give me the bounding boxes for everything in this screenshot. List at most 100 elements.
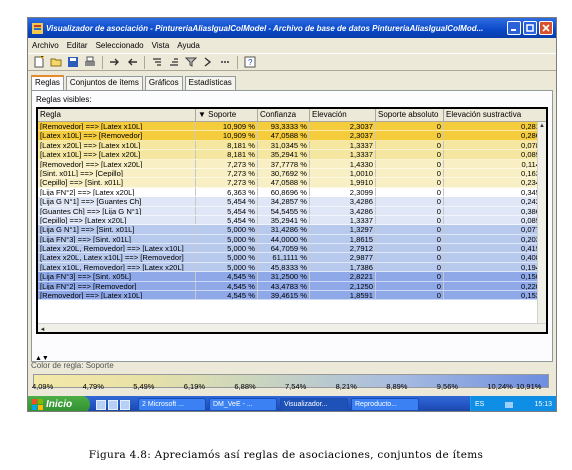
menu-archivo[interactable]: Archivo [32, 41, 59, 50]
lift-cell: 1,3297 [310, 225, 376, 234]
support-cell: 5,000 % [196, 262, 258, 272]
tab-reglas[interactable]: Reglas [31, 75, 64, 90]
absolute-support-cell: 0 [376, 262, 444, 272]
gradient-tick-label: 8,21% [335, 382, 357, 391]
svg-text:?: ? [248, 58, 253, 67]
task-reproductor[interactable]: Reproducto... [351, 398, 419, 411]
column-header-regla[interactable]: Regla [38, 109, 196, 121]
scroll-left-icon[interactable]: ◄ [38, 326, 47, 332]
confidence-cell: 30,7692 % [258, 168, 310, 178]
maximize-button[interactable] [523, 21, 537, 35]
scroll-up-icon[interactable]: ▲ [538, 122, 546, 131]
column-header-soporte[interactable]: ▼ Soporte [196, 109, 258, 121]
open-button[interactable] [49, 55, 63, 69]
table-row[interactable]: [Cepillo] ==> [Latex x20L] 5,454 % 35,2941… [38, 215, 546, 226]
task-microsoft[interactable]: 2 Microsoft ... [138, 398, 206, 411]
table-row[interactable]: [Lija G N°1] ==> [Guantes Ch] 5,454 % 34,2… [38, 197, 546, 207]
support-cell: 4,545 % [196, 281, 258, 291]
more-button[interactable] [218, 55, 232, 69]
support-cell: 6,363 % [196, 187, 258, 197]
minimize-button[interactable] [507, 21, 521, 35]
table-row[interactable]: [Guantes Ch] ==> [Lija G N°1] 5,454 % 54,5… [38, 206, 546, 216]
support-cell: 5,454 % [196, 197, 258, 206]
media-icon[interactable] [120, 399, 130, 410]
help-button[interactable]: ? [243, 55, 257, 69]
table-row[interactable]: [Removedor] ==> [Latex x20L] 7,273 % 37,77… [38, 159, 546, 169]
close-button[interactable] [539, 21, 553, 35]
network-icon[interactable] [504, 401, 514, 409]
table-row[interactable]: [Lija FN°2] ==> [Latex x20L] 6,363 % 60,86… [38, 187, 546, 198]
support-cell: 7,273 % [196, 168, 258, 178]
language-indicator[interactable]: ES [475, 401, 484, 408]
tab-graficos[interactable]: Gráficos [144, 76, 183, 90]
filter-button[interactable] [184, 55, 198, 69]
gradient-tick-label: 10,91% [516, 382, 542, 391]
task-visualizador[interactable]: Visualizador... [280, 398, 348, 411]
start-button[interactable]: Inicio [28, 396, 90, 411]
clock[interactable]: 15:13 [534, 401, 552, 408]
table-row[interactable]: [Lija FN°3] ==> [Sint. x01L] 5,000 % 44,00… [38, 234, 546, 245]
table-row[interactable]: [Latex x10L] ==> [Latex x20L] 8,181 % 35,2… [38, 150, 546, 160]
column-header-soporte-absoluto[interactable]: Soporte absoluto [376, 109, 444, 121]
absolute-support-cell: 0 [376, 281, 444, 291]
table-row[interactable]: [Lija FN°3] ==> [Sint. x05L] 4,545 % 31,25… [38, 272, 546, 282]
gradient-tick-label: 7,54% [285, 382, 307, 391]
lift-cell: 2,9877 [310, 253, 376, 262]
table-row[interactable]: [Removedor] ==> [Latex x10L] 10,909 % 93,3… [38, 122, 546, 132]
horizontal-scrollbar[interactable]: ◄ [38, 323, 546, 332]
forward-button[interactable] [108, 55, 122, 69]
task-dm[interactable]: DM_VeE - ... [209, 398, 277, 411]
print-button[interactable] [83, 55, 97, 69]
absolute-support-cell: 0 [376, 197, 444, 206]
menu-vista[interactable]: Vista [152, 41, 170, 50]
confidence-cell: 31,2500 % [258, 272, 310, 281]
desktop-icon[interactable] [96, 399, 106, 410]
browser-icon[interactable] [108, 399, 118, 410]
window-title: Visualizador de asociación - PintureriaA… [46, 23, 484, 33]
table-row[interactable]: [Sint. x01L] ==> [Cepillo] 7,273 % 30,7692… [38, 168, 546, 179]
expand-button[interactable] [201, 55, 215, 69]
lift-cell: 2,8221 [310, 272, 376, 281]
table-row[interactable]: [Removedor] ==> [Latex x10L] 4,545 % 39,46… [38, 291, 546, 301]
rule-cell: [Latex x20L, Removedor] ==> [Latex x10L] [38, 244, 196, 253]
arrow-right-icon [110, 58, 119, 66]
windows-logo-icon [32, 399, 43, 410]
column-header-confianza[interactable]: Confianza [258, 109, 310, 121]
table-row[interactable]: [Latex x10L] ==> [Removedor] 10,909 % 47,0… [38, 131, 546, 141]
sort-desc-button[interactable] [167, 55, 181, 69]
save-button[interactable] [66, 55, 80, 69]
back-button[interactable] [125, 55, 139, 69]
table-row[interactable]: [Latex x20L, Removedor] ==> [Latex x10L]… [38, 244, 546, 254]
table-row[interactable]: [Lija FN°2] ==> [Removedor] 4,545 % 43,478… [38, 281, 546, 292]
absolute-support-cell: 0 [376, 140, 444, 150]
vertical-scrollbar[interactable]: ▲ [537, 122, 546, 327]
lift-cell: 3,4286 [310, 206, 376, 215]
menu-editar[interactable]: Editar [67, 41, 88, 50]
table-row[interactable]: [Latex x10L, Removedor] ==> [Latex x20L]… [38, 262, 546, 273]
system-tray: ES 15:13 [470, 396, 556, 411]
new-button[interactable] [32, 55, 46, 69]
close-icon [542, 24, 550, 32]
lift-cell: 1,9910 [310, 178, 376, 187]
lift-cell: 1,3337 [310, 215, 376, 225]
rules-table: Regla ▼ Soporte Confianza Elevación Sopo… [36, 107, 548, 334]
rule-cell: [Lija G N°1] ==> [Sint. x01L] [38, 225, 196, 234]
column-header-elevacion-sustractiva[interactable]: Elevación sustractiva [444, 109, 542, 121]
tab-estadisticas[interactable]: Estadísticas [184, 76, 236, 90]
menu-ayuda[interactable]: Ayuda [177, 41, 200, 50]
sort-asc-button[interactable] [150, 55, 164, 69]
table-row[interactable]: [Lija G N°1] ==> [Sint. x01L] 5,000 % 31,4… [38, 225, 546, 235]
gradient-tick-label: 10,24% [487, 382, 513, 391]
table-row[interactable]: [Latex x20L, Latex x10L] ==> [Removedor]… [38, 253, 546, 263]
rule-cell: [Lija FN°2] ==> [Removedor] [38, 281, 196, 291]
table-row[interactable]: [Cepillo] ==> [Sint. x01L] 7,273 % 47,0588… [38, 178, 546, 188]
column-header-elevacion[interactable]: Elevación [310, 109, 376, 121]
tab-conjuntos[interactable]: Conjuntos de ítems [65, 76, 143, 90]
absolute-support-cell: 0 [376, 272, 444, 281]
table-row[interactable]: [Latex x20L] ==> [Latex x10L] 8,181 % 31,0… [38, 140, 546, 151]
menu-seleccionado[interactable]: Seleccionado [96, 41, 144, 50]
gradient-tick-label: 6,19% [183, 382, 206, 391]
absolute-support-cell: 0 [376, 150, 444, 159]
subtractive-lift-cell: 0,150 [520, 272, 540, 281]
subtractive-lift-cell: 0,089 [520, 215, 540, 225]
